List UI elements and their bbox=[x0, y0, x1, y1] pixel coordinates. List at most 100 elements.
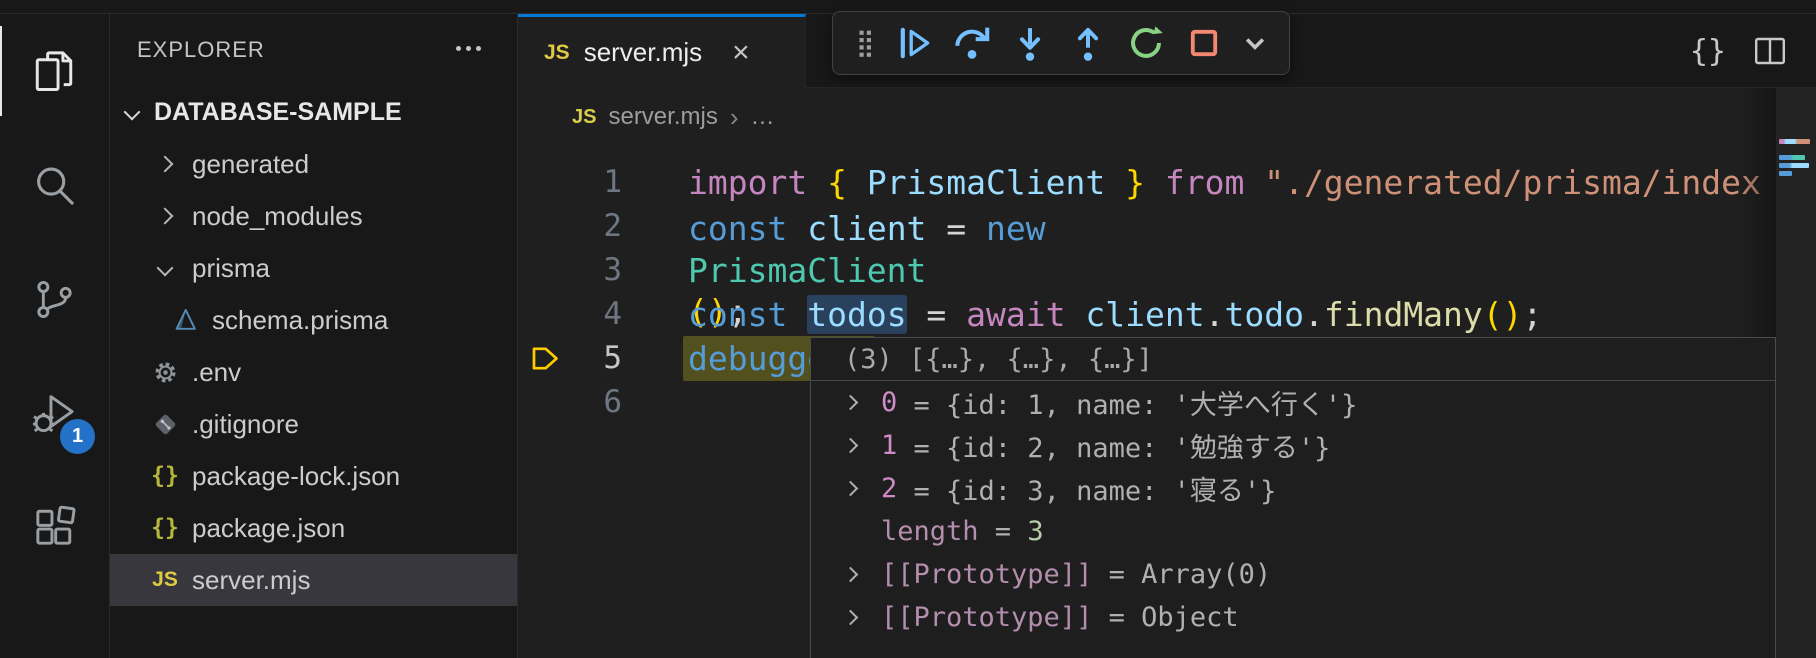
popup-token: [[Prototype]] bbox=[881, 559, 1092, 590]
code-token: = bbox=[907, 295, 967, 334]
popup-row-4[interactable]: [[Prototype]] = Array(0) bbox=[811, 553, 1775, 596]
tree-item-server-mjs[interactable]: JSserver.mjs bbox=[110, 554, 517, 606]
line-number: 4 bbox=[518, 296, 622, 332]
js-icon: JS bbox=[544, 41, 570, 65]
tree-item-label: package.json bbox=[192, 513, 345, 544]
popup-token: = Array(0) bbox=[1092, 559, 1271, 590]
extensions-icon bbox=[31, 504, 78, 551]
debug-continue-button[interactable] bbox=[885, 17, 943, 69]
source-control-icon bbox=[31, 276, 78, 323]
code-token: } bbox=[1125, 163, 1165, 202]
code-line-content: const todos = await client.todo.findMany… bbox=[688, 295, 1542, 334]
tab-server-mjs[interactable]: JS server.mjs × bbox=[518, 14, 806, 88]
tree-item-generated[interactable]: generated bbox=[110, 138, 517, 190]
expand-chevron-icon[interactable] bbox=[845, 608, 881, 627]
code-line-1[interactable]: 1import { PrismaClient } from "./generat… bbox=[518, 160, 1776, 204]
debug-step-into-button[interactable] bbox=[1001, 17, 1059, 69]
code-token: PrismaClient bbox=[688, 248, 1066, 292]
brackets-icon[interactable]: {} bbox=[1690, 34, 1726, 69]
code-token: . bbox=[1205, 295, 1225, 334]
search-icon bbox=[31, 162, 78, 209]
expand-chevron-icon[interactable] bbox=[845, 479, 881, 498]
folder-chevron bbox=[150, 201, 180, 231]
tree-item-schema-prisma[interactable]: schema.prisma bbox=[110, 294, 517, 346]
folder-chevron bbox=[150, 253, 180, 283]
popup-row-1[interactable]: 1 = {id: 2, name: '勉強する'} bbox=[811, 424, 1775, 467]
stop-icon bbox=[1183, 22, 1225, 64]
git-icon bbox=[150, 409, 180, 439]
tree-item-label: generated bbox=[192, 149, 309, 180]
tree-item-package-lock-json[interactable]: {} package-lock.json bbox=[110, 450, 517, 502]
code-token: client bbox=[807, 209, 946, 248]
popup-row-2[interactable]: 2 = {id: 3, name: '寝る'} bbox=[811, 467, 1775, 510]
json-icon: {} bbox=[150, 461, 180, 491]
chevron-down-icon bbox=[157, 260, 174, 277]
code-line-3[interactable]: 3const client = new PrismaClient(); bbox=[518, 248, 1776, 292]
debug-restart-button[interactable] bbox=[1117, 17, 1175, 69]
tree-item--gitignore[interactable]: .gitignore bbox=[110, 398, 517, 450]
code-token: todo bbox=[1224, 295, 1303, 334]
code-token: { bbox=[827, 163, 867, 202]
restart-icon bbox=[1125, 22, 1167, 64]
popup-row-5[interactable]: [[Prototype]] = Object bbox=[811, 596, 1775, 639]
popup-token: = Object bbox=[1092, 602, 1238, 633]
debug-hover-popup: (3) [{…}, {…}, {…}] 0 = {id: 1, name: '大… bbox=[810, 337, 1776, 658]
activity-item-extensions[interactable] bbox=[0, 470, 109, 584]
tree-item-label: .gitignore bbox=[192, 409, 299, 440]
activity-item-search[interactable] bbox=[0, 128, 109, 242]
activity-item-source-control[interactable] bbox=[0, 242, 109, 356]
expand-chevron-icon[interactable] bbox=[845, 393, 881, 412]
js-icon: JS bbox=[572, 106, 596, 129]
activity-item-explorer[interactable] bbox=[0, 14, 109, 128]
popup-token: [[Prototype]] bbox=[881, 602, 1092, 633]
expand-chevron-icon[interactable] bbox=[845, 436, 881, 455]
code-token: . bbox=[1304, 295, 1324, 334]
breadcrumb-symbol-ellipsis[interactable]: … bbox=[751, 103, 775, 131]
line-number: 1 bbox=[518, 164, 622, 200]
section-database-sample[interactable]: DATABASE-SAMPLE bbox=[110, 86, 517, 138]
code-token: PrismaClient bbox=[867, 163, 1125, 202]
tree-item-label: prisma bbox=[192, 253, 270, 284]
popup-token: = bbox=[979, 516, 1028, 547]
popup-token: 0 bbox=[881, 387, 897, 418]
tree-item-package-json[interactable]: {} package.json bbox=[110, 502, 517, 554]
continue-icon bbox=[893, 22, 935, 64]
close-icon[interactable]: × bbox=[732, 38, 750, 68]
chevron-right-icon: › bbox=[730, 102, 739, 133]
debug-stop-button[interactable] bbox=[1175, 17, 1233, 69]
code-line-4[interactable]: 4 const todos = await client.todo.findMan… bbox=[518, 292, 1776, 336]
chevron-down-icon bbox=[124, 104, 141, 121]
folder-chevron bbox=[150, 149, 180, 179]
code-token: ; bbox=[1523, 295, 1543, 334]
activity-item-run-debug[interactable]: 1 bbox=[0, 356, 109, 470]
json-icon: {} bbox=[150, 513, 180, 543]
popup-row-0[interactable]: 0 = {id: 1, name: '大学へ行く'} bbox=[811, 381, 1775, 424]
popup-rows: 0 = {id: 1, name: '大学へ行く'}1 = {id: 2, na… bbox=[811, 381, 1775, 639]
activity-bar: 1 bbox=[0, 14, 110, 658]
debug-step-out-button[interactable] bbox=[1059, 17, 1117, 69]
more-icon bbox=[1234, 22, 1276, 64]
code-token: todos bbox=[807, 295, 906, 334]
tree-item-node-modules[interactable]: node_modules bbox=[110, 190, 517, 242]
tree-item-prisma[interactable]: prisma bbox=[110, 242, 517, 294]
chevron-right-icon bbox=[157, 208, 174, 225]
explorer-icon bbox=[31, 48, 78, 95]
step-out-icon bbox=[1067, 22, 1109, 64]
code-token: = bbox=[946, 209, 986, 248]
vscode-window: 1 EXPLORER DATABASE-SAMPLE generatednode… bbox=[0, 0, 1816, 658]
split-editor-icon[interactable] bbox=[1752, 33, 1788, 69]
debug-step-over-button[interactable] bbox=[943, 17, 1001, 69]
tree-item-label: package-lock.json bbox=[192, 461, 400, 492]
debug-drag-handle[interactable] bbox=[845, 17, 885, 69]
expand-chevron-icon[interactable] bbox=[845, 565, 881, 584]
popup-row-3: length = 3 bbox=[811, 510, 1775, 553]
breadcrumb-file[interactable]: server.mjs bbox=[608, 103, 717, 131]
minimap[interactable] bbox=[1776, 88, 1816, 658]
code-token: const bbox=[688, 295, 807, 334]
debug-more-button[interactable] bbox=[1233, 17, 1277, 69]
step-over-icon bbox=[951, 22, 993, 64]
popup-token: 1 bbox=[881, 430, 897, 461]
tree-item--env[interactable]: .env bbox=[110, 346, 517, 398]
code-token: import bbox=[688, 163, 827, 202]
more-actions-icon[interactable] bbox=[456, 46, 481, 51]
